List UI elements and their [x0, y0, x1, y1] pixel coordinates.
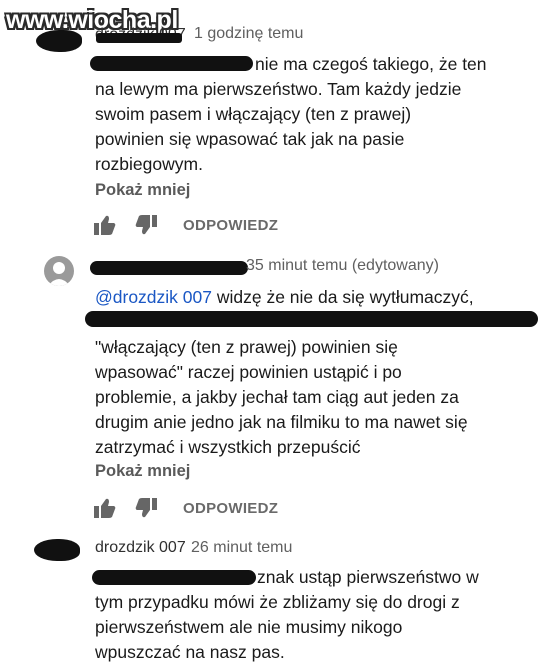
mention-redaction [92, 570, 256, 585]
comment-line: wpuszczać na nasz pas. [95, 642, 285, 662]
show-less-link[interactable]: Pokaż mniej [95, 462, 190, 481]
comment-line: na lewym ma pierwszeństwo. Tam każdy jed… [95, 79, 462, 99]
avatar[interactable] [34, 539, 80, 563]
author-redaction [90, 261, 248, 275]
thumbs-down-icon[interactable] [135, 215, 157, 235]
comment-line: drugim anie jedno jak na filmiku to ma n… [95, 412, 468, 432]
comment-timestamp[interactable]: 35 minut temu (edytowany) [246, 257, 439, 275]
comment-author[interactable]: drozdzik 007 [95, 539, 186, 557]
comment-line: pierwszeństwem ale nie musimy nikogo [95, 617, 403, 637]
link-redaction [85, 311, 538, 327]
comment-timestamp[interactable]: 1 godzinę temu [194, 25, 303, 43]
comment-line: powinien się wpasować tak jak na pasie [95, 129, 405, 149]
thumbs-down-icon[interactable] [135, 498, 157, 518]
comment-line: wpasować" raczej powinien ustąpić i po [95, 362, 402, 382]
comment-line: znak ustąp pierwszeństwo w [257, 567, 479, 587]
thumbs-up-icon[interactable] [94, 498, 116, 518]
reply-button[interactable]: ODPOWIEDZ [183, 500, 278, 517]
comment-line: swoim pasem i włączający (ten z prawej) [95, 104, 412, 124]
default-avatar-icon [48, 262, 70, 286]
comment-line: rozbiegowym. [95, 154, 203, 174]
reply-button[interactable]: ODPOWIEDZ [183, 217, 278, 234]
comment-line: problemie, a jakby jechał tam ciąg aut j… [95, 387, 459, 407]
comment-1: drozdzik 007 1 godzinę temu nie ma czego… [0, 0, 538, 245]
comment-2: 35 minut temu (edytowany) @drozdzik 007 … [0, 245, 538, 535]
mention-redaction [90, 56, 253, 71]
avatar[interactable] [36, 26, 86, 54]
show-less-link[interactable]: Pokaż mniej [95, 181, 190, 200]
mention-link[interactable]: @drozdzik 007 [95, 287, 212, 307]
author-redaction [96, 33, 182, 43]
comment-line: "włączający (ten z prawej) powinien się [95, 337, 398, 357]
comment-line: zatrzymać i wszystkich przepuścić [95, 437, 361, 457]
comment-line: nie ma czegoś takiego, że ten [255, 54, 487, 74]
comment-text: widzę że nie da się wytłumaczyć, [212, 287, 474, 307]
comment-line: tym przypadku mówi że zbliżamy się do dr… [95, 592, 460, 612]
avatar[interactable] [44, 256, 74, 286]
thumbs-up-icon[interactable] [94, 215, 116, 235]
comment-line: @drozdzik 007 widzę że nie da się wytłum… [95, 285, 474, 310]
comment-timestamp[interactable]: 26 minut temu [191, 539, 292, 557]
comment-3: drozdzik 007 26 minut temu znak ustąp pi… [0, 535, 538, 670]
